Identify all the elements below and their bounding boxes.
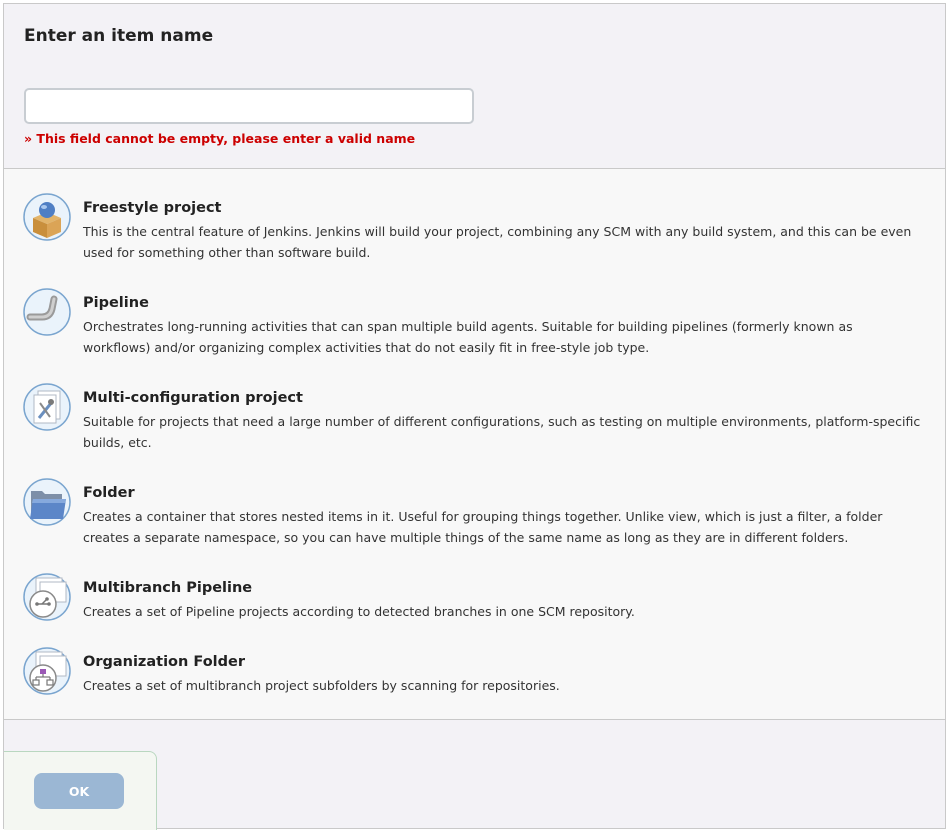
item-type-description: Orchestrates long-running activities tha… [83, 319, 853, 355]
folder-icon [23, 478, 71, 526]
item-type-name: Multi-configuration project [83, 390, 303, 406]
item-type-description: Suitable for projects that need a large … [83, 414, 921, 450]
item-type-name: Freestyle project [83, 200, 222, 216]
footer-bar: OK [4, 751, 157, 830]
freestyle-project-icon [23, 193, 71, 241]
page-title: Enter an item name [24, 26, 214, 46]
item-type-description: This is the central feature of Jenkins. … [83, 224, 912, 260]
item-type-description: Creates a set of multibranch project sub… [83, 678, 560, 693]
multi-configuration-icon [23, 383, 71, 431]
pipeline-icon [23, 288, 71, 336]
item-type-name: Pipeline [83, 295, 149, 311]
validation-error: » This field cannot be empty, please ent… [24, 131, 416, 146]
item-type-list: Freestyle project This is the central fe… [4, 169, 945, 720]
item-type-name: Folder [83, 485, 135, 501]
new-item-page: Enter an item name » This field cannot b… [3, 3, 946, 830]
item-type-name: Organization Folder [83, 654, 246, 670]
item-type-name: Multibranch Pipeline [83, 580, 253, 596]
ok-button[interactable]: OK [34, 773, 124, 809]
item-type-description: Creates a set of Pipeline projects accor… [83, 604, 635, 619]
item-name-input[interactable] [24, 88, 474, 124]
name-section: Enter an item name » This field cannot b… [4, 4, 945, 169]
multibranch-pipeline-icon [23, 573, 71, 621]
organization-folder-icon [23, 647, 71, 695]
item-type-description: Creates a container that stores nested i… [83, 509, 883, 545]
